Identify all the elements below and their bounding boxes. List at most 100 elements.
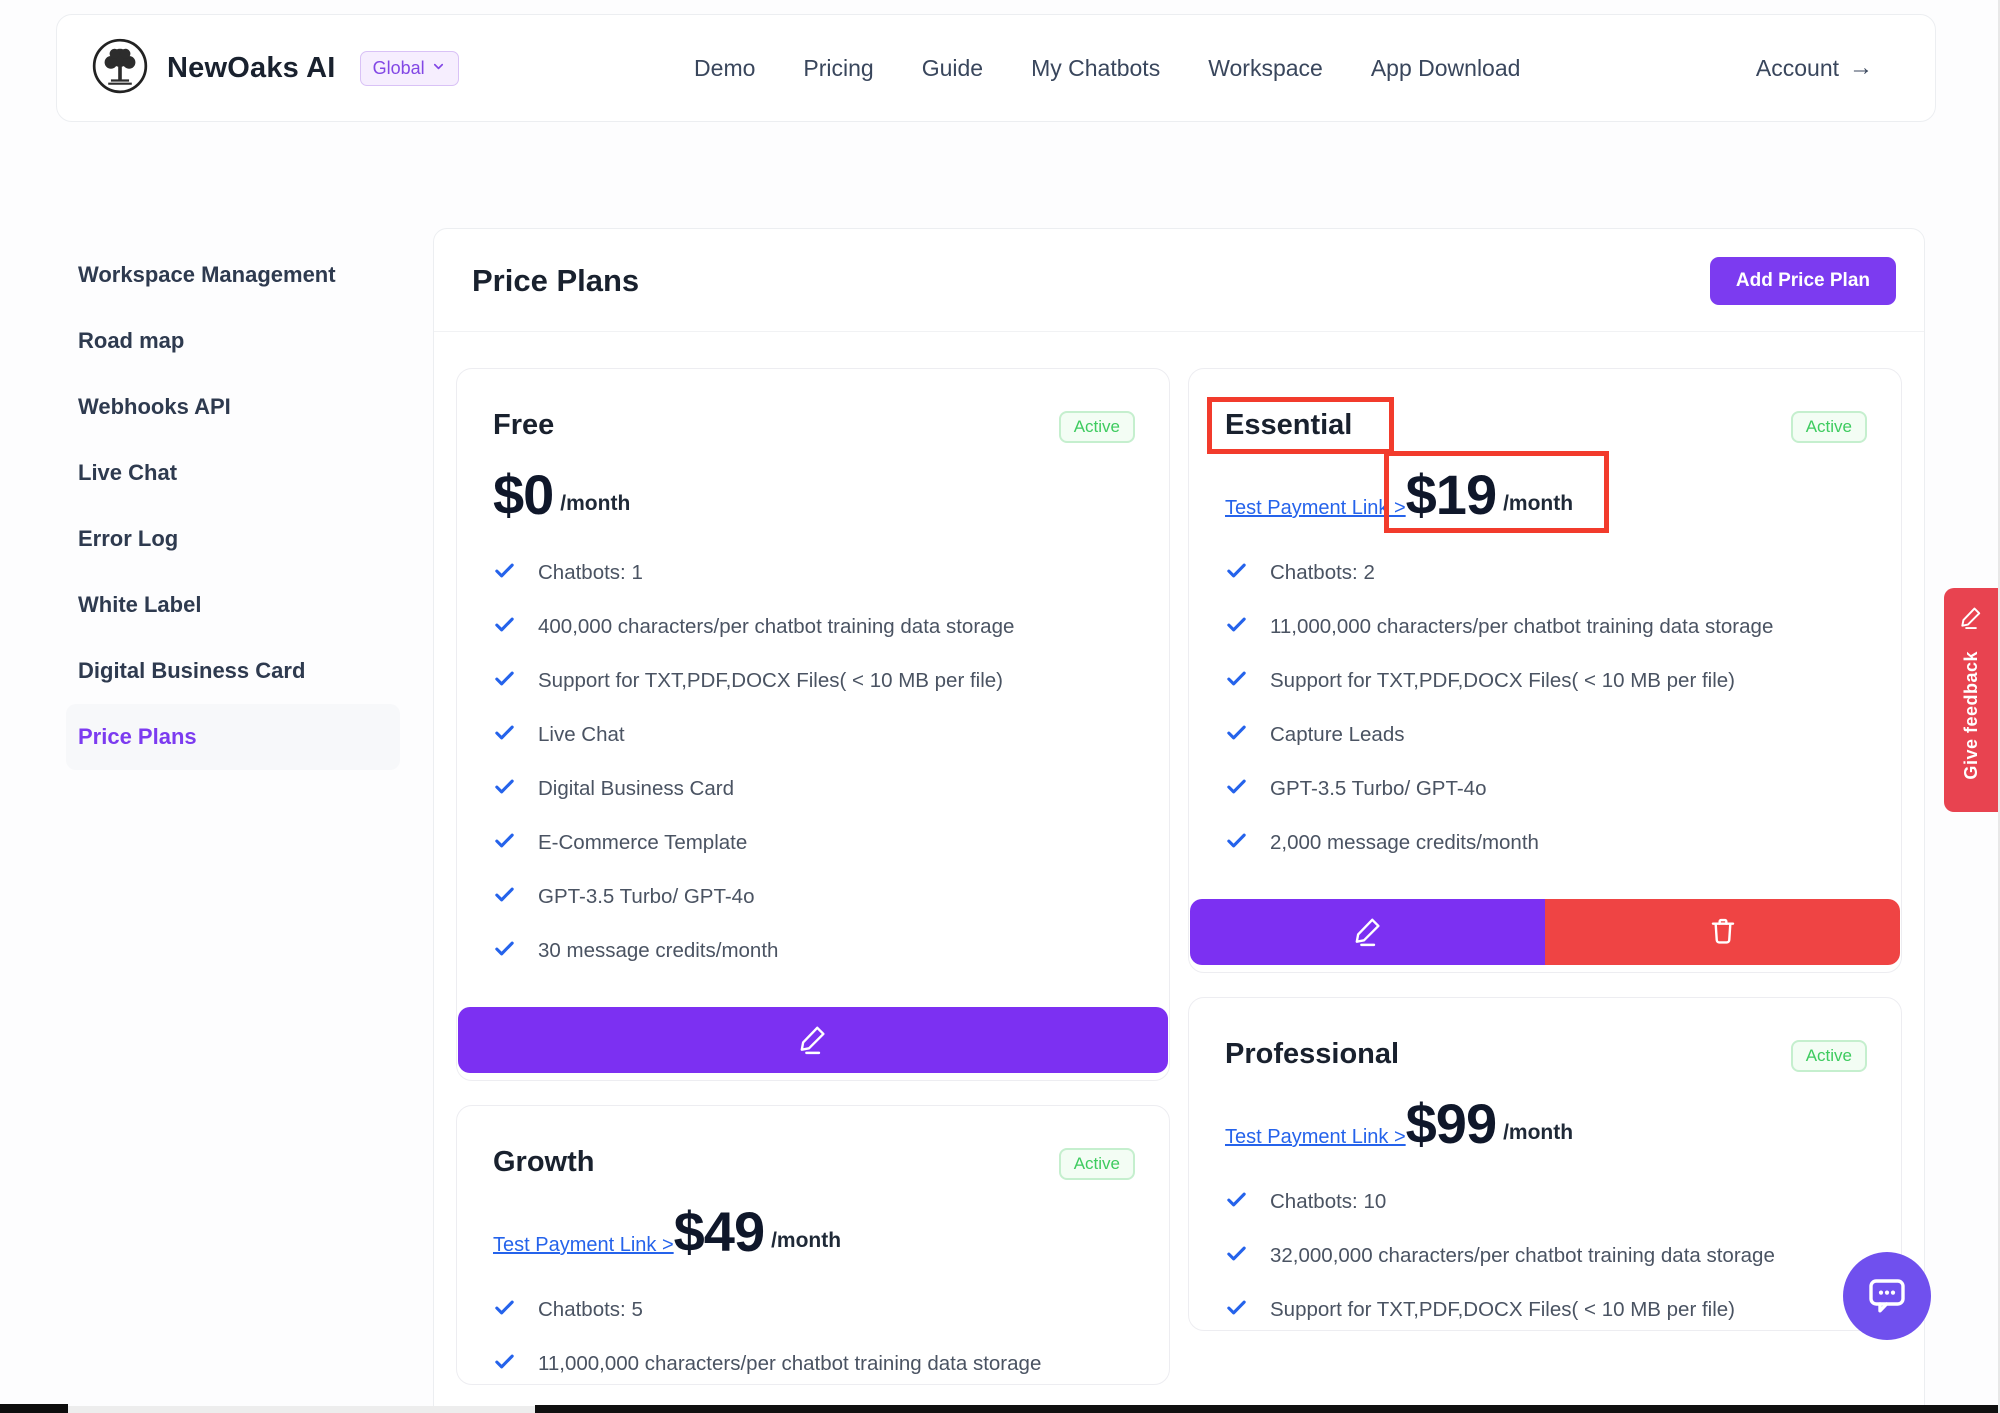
plan-period: /month [771,1229,841,1260]
sidebar-item-error-log[interactable]: Error Log [66,506,400,572]
check-icon [1225,667,1248,695]
plan-card-header: ProfessionalActive [1225,1038,1867,1072]
sidebar-item-webhooks-api[interactable]: Webhooks API [66,374,400,440]
sidebar-item-live-chat[interactable]: Live Chat [66,440,400,506]
test-payment-link[interactable]: Test Payment Link > [1225,497,1406,520]
feature-row: Chatbots: 1 [493,557,1135,589]
check-icon [493,667,516,695]
nav-item-app-download[interactable]: App Download [1371,55,1521,82]
region-selector[interactable]: Global [360,51,459,86]
price-wrap: $19/month [1406,467,1573,523]
feedback-tab-label: Give feedback [1961,651,1982,780]
feature-row: Capture Leads [1225,719,1867,751]
give-feedback-tab[interactable]: Give feedback [1944,588,1998,812]
edit-plan-button[interactable] [458,1007,1168,1073]
feature-row: GPT-3.5 Turbo/ GPT-4o [1225,773,1867,805]
add-price-plan-button[interactable]: Add Price Plan [1710,257,1896,305]
feature-text: Capture Leads [1270,723,1404,747]
plan-actions [1190,899,1900,965]
nav-item-pricing[interactable]: Pricing [803,55,873,82]
check-icon [493,559,516,587]
feature-text: Support for TXT,PDF,DOCX Files( < 10 MB … [1270,1298,1735,1322]
feature-list: Chatbots: 211,000,000 characters/per cha… [1225,557,1867,859]
pencil-icon [1958,604,1984,635]
nav-item-guide[interactable]: Guide [922,55,983,82]
feature-list: Chatbots: 10 32,000,000 characters/per ch… [1225,1186,1867,1326]
plan-name-wrap: Essential [1225,409,1352,442]
feature-text: 32,000,000 characters/per chatbot traini… [1270,1244,1775,1268]
chevron-down-icon [431,58,446,79]
feature-text: 2,000 message credits/month [1270,831,1539,855]
feature-text: Chatbots: 10 [1270,1190,1386,1214]
top-navbar: NewOaks AI Global Demo Pricing Guide My Cha… [56,14,1936,122]
plan-price: $19 [1406,467,1496,523]
delete-plan-button[interactable] [1545,899,1900,965]
feature-row: Chatbots: 2 [1225,557,1867,589]
main-nav: Demo Pricing Guide My Chatbots Workspace App … [694,55,1520,82]
trash-icon [1707,915,1739,950]
account-button[interactable]: Account → [1756,54,1873,82]
plan-name-wrap: Growth [493,1146,595,1179]
status-badge: Active [1059,411,1135,443]
sidebar-item-digital-business-card[interactable]: Digital Business Card [66,638,400,704]
plan-card-free: Free Active $0/month Chatbots: 1 400,000 cha… [456,368,1170,1081]
test-payment-link[interactable]: Test Payment Link > [1225,1126,1406,1149]
sidebar-item-road-map[interactable]: Road map [66,308,400,374]
feature-text: GPT-3.5 Turbo/ GPT-4o [538,885,754,909]
plan-name: Free [493,409,554,442]
feature-list: Chatbots: 1 400,000 characters/per chatbo… [493,557,1135,967]
plan-column: EssentialActiveTest Payment Link >$19/mo… [1188,368,1902,1385]
plan-price: $0 [493,467,553,523]
test-payment-link[interactable]: Test Payment Link > [493,1234,674,1257]
feature-row: Support for TXT,PDF,DOCX Files( < 10 MB … [493,665,1135,697]
feature-text: Support for TXT,PDF,DOCX Files( < 10 MB … [538,669,1003,693]
check-icon [1225,1296,1248,1324]
sidebar-item-workspace-management[interactable]: Workspace Management [66,242,400,308]
check-icon [493,613,516,641]
feature-list: Chatbots: 511,000,000 characters/per cha… [493,1294,1135,1380]
check-icon [1225,613,1248,641]
pencil-icon [1352,915,1384,950]
edit-plan-button[interactable] [1190,899,1545,965]
tree-logo-icon [91,37,149,100]
feature-row: 2,000 message credits/month [1225,827,1867,859]
feature-row: Live Chat [493,719,1135,751]
nav-item-workspace[interactable]: Workspace [1208,55,1323,82]
status-badge: Active [1791,411,1867,443]
check-icon [1225,1188,1248,1216]
plan-card-header: Essential Active [1225,409,1867,443]
plan-name: Growth [493,1146,595,1179]
nav-item-demo[interactable]: Demo [694,55,755,82]
chat-bubble-icon [1863,1270,1911,1323]
plan-actions [458,1007,1168,1073]
check-icon [1225,1242,1248,1270]
feature-row: GPT-3.5 Turbo/ GPT-4o [493,881,1135,913]
price-wrap: $49/month [674,1204,841,1260]
plan-card-header: Free Active [493,409,1135,443]
sidebar-item-price-plans[interactable]: Price Plans [66,704,400,770]
plan-period: /month [560,492,630,523]
feature-text: Chatbots: 2 [1270,561,1375,585]
feature-text: Chatbots: 1 [538,561,643,585]
feature-text: 30 message credits/month [538,939,778,963]
check-icon [493,883,516,911]
feature-text: E-Commerce Template [538,831,747,855]
brand-group: NewOaks AI Global [91,37,459,100]
chat-launcher-button[interactable] [1843,1252,1931,1340]
feature-text: Live Chat [538,723,625,747]
plan-column: Free Active $0/month Chatbots: 1 400,000 cha… [456,368,1170,1385]
plan-price: $49 [674,1204,764,1260]
feature-text: 400,000 characters/per chatbot training … [538,615,1014,639]
price-wrap: $99/month [1406,1096,1573,1152]
check-icon [493,1296,516,1324]
check-icon [493,937,516,965]
plan-name: Essential [1225,409,1352,442]
plan-period: /month [1503,1121,1573,1152]
plan-name-wrap: Free [493,409,554,442]
check-icon [493,829,516,857]
feature-text: Chatbots: 5 [538,1298,643,1322]
nav-item-my-chatbots[interactable]: My Chatbots [1031,55,1160,82]
sidebar-item-white-label[interactable]: White Label [66,572,400,638]
feature-row: Digital Business Card [493,773,1135,805]
feature-row: 30 message credits/month [493,935,1135,967]
